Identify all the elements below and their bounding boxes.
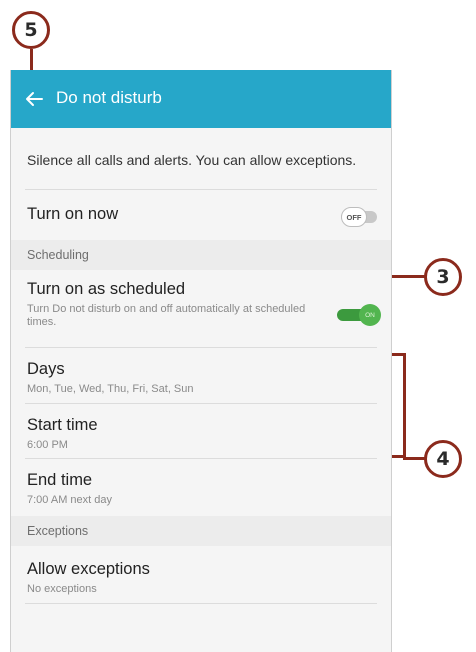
turn-on-now-label: Turn on now bbox=[27, 205, 119, 223]
turn-on-scheduled-description: Turn Do not disturb on and off automatic… bbox=[27, 303, 306, 328]
callout-4: 4 bbox=[424, 440, 462, 478]
app-bar: Do not disturb bbox=[11, 70, 391, 128]
days-value: Mon, Tue, Wed, Thu, Fri, Sat, Sun bbox=[27, 383, 194, 395]
section-header-scheduling: Scheduling bbox=[11, 240, 391, 270]
turn-on-scheduled-row[interactable]: Turn on as scheduled Turn Do not disturb… bbox=[11, 270, 391, 348]
days-label: Days bbox=[27, 360, 65, 378]
end-time-row[interactable]: End time 7:00 AM next day bbox=[11, 459, 391, 516]
start-time-value: 6:00 PM bbox=[27, 439, 68, 451]
description-text: Silence all calls and alerts. You can al… bbox=[27, 152, 357, 168]
end-time-value: 7:00 AM next day bbox=[27, 494, 112, 506]
callout-5: 5 bbox=[12, 11, 50, 49]
divider bbox=[25, 603, 377, 604]
start-time-row[interactable]: Start time 6:00 PM bbox=[11, 404, 391, 458]
phone-screen: Do not disturb Silence all calls and ale… bbox=[10, 70, 392, 652]
arrow-left-icon[interactable] bbox=[23, 88, 45, 110]
allow-exceptions-label: Allow exceptions bbox=[27, 560, 150, 578]
page-title: Do not disturb bbox=[56, 88, 162, 107]
bracket-vertical bbox=[403, 353, 406, 458]
toggle-knob: ON bbox=[359, 304, 381, 326]
turn-on-now-row[interactable]: Turn on now bbox=[11, 189, 391, 240]
turn-on-scheduled-label: Turn on as scheduled bbox=[27, 280, 186, 298]
allow-exceptions-row[interactable]: Allow exceptions No exceptions bbox=[11, 546, 391, 604]
days-row[interactable]: Days Mon, Tue, Wed, Thu, Fri, Sat, Sun bbox=[11, 348, 391, 403]
callout-4-line bbox=[403, 457, 425, 460]
end-time-label: End time bbox=[27, 471, 93, 489]
turn-on-now-toggle[interactable]: OFF bbox=[341, 207, 379, 227]
turn-on-scheduled-toggle[interactable]: ON bbox=[337, 304, 381, 326]
toggle-knob: OFF bbox=[341, 207, 367, 227]
section-header-exceptions: Exceptions bbox=[11, 516, 391, 546]
start-time-label: Start time bbox=[27, 416, 98, 434]
allow-exceptions-value: No exceptions bbox=[27, 583, 97, 595]
callout-3: 3 bbox=[424, 258, 462, 296]
